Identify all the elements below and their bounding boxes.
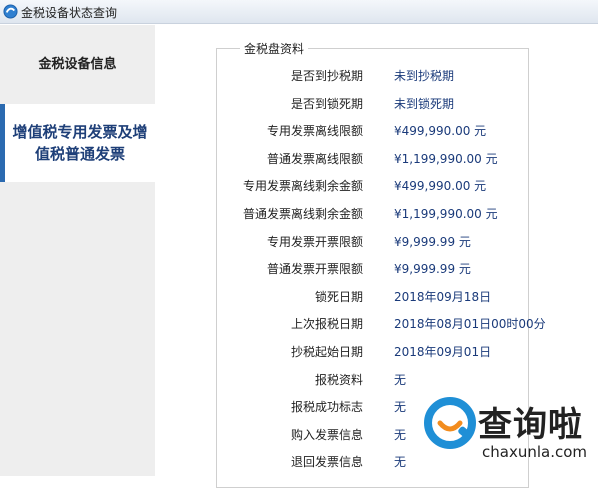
- info-row: 专用发票开票限额 ¥9,999.99 元: [216, 233, 546, 253]
- watermark-url: chaxunla.com: [482, 443, 587, 461]
- info-label: 专用发票开票限额: [266, 235, 363, 249]
- info-value: ¥9,999.99 元: [394, 235, 471, 249]
- info-label: 普通发票离线限额: [266, 152, 363, 166]
- info-row: 普通发票离线剩余金额 ¥1,199,990.00 元: [216, 205, 546, 225]
- info-value: 无: [394, 400, 407, 414]
- info-label: 上次报税日期: [290, 317, 363, 331]
- info-label: 报税资料: [314, 373, 363, 387]
- info-label: 普通发票开票限额: [266, 262, 363, 276]
- info-row: 报税资料 无: [216, 371, 546, 391]
- info-row: 普通发票开票限额 ¥9,999.99 元: [216, 260, 546, 280]
- info-value: ¥9,999.99 元: [394, 262, 471, 276]
- info-label: 专用发票离线剩余金额: [242, 179, 363, 193]
- info-value: 2018年08月01日00时00分: [394, 317, 546, 331]
- info-label: 普通发票离线剩余金额: [242, 207, 363, 221]
- sidebar-item-tax-device-info[interactable]: 金税设备信息: [0, 25, 155, 104]
- info-row: 锁死日期 2018年09月18日: [216, 288, 546, 308]
- info-label: 退回发票信息: [290, 455, 363, 469]
- info-value: 无: [394, 373, 407, 387]
- info-value: 未到抄税期: [394, 69, 455, 83]
- info-row: 专用发票离线剩余金额 ¥499,990.00 元: [216, 177, 546, 197]
- info-value: 未到锁死期: [394, 97, 455, 111]
- info-row: 是否到抄税期 未到抄税期: [216, 67, 546, 87]
- info-label: 锁死日期: [314, 290, 363, 304]
- group-legend: 金税盘资料: [240, 40, 309, 57]
- info-row: 抄税起始日期 2018年09月01日: [216, 343, 546, 363]
- info-label: 购入发票信息: [290, 428, 363, 442]
- info-value: 无: [394, 428, 407, 442]
- info-label: 专用发票离线限额: [266, 124, 363, 138]
- chaxunla-logo-icon: [424, 397, 476, 449]
- window-title: 金税设备状态查询: [21, 6, 118, 20]
- info-label: 抄税起始日期: [290, 345, 363, 359]
- info-value: 2018年09月01日: [394, 345, 492, 359]
- info-value: 2018年09月18日: [394, 290, 492, 304]
- title-bar: 金税设备状态查询: [0, 0, 598, 24]
- sidebar-item-vat-invoices[interactable]: 增值税专用发票及增值税普通发票: [0, 104, 155, 182]
- info-value: ¥1,199,990.00 元: [394, 152, 498, 166]
- info-value: ¥499,990.00 元: [394, 124, 487, 138]
- info-value: 无: [394, 455, 407, 469]
- info-row: 是否到锁死期 未到锁死期: [216, 95, 546, 115]
- sidebar: 金税设备信息 增值税专用发票及增值税普通发票: [0, 25, 155, 476]
- info-value: ¥499,990.00 元: [394, 179, 487, 193]
- info-label: 是否到锁死期: [290, 97, 363, 111]
- info-row: 上次报税日期 2018年08月01日00时00分: [216, 315, 546, 335]
- watermark-text: 查询啦: [478, 405, 583, 445]
- info-value: ¥1,199,990.00 元: [394, 207, 498, 221]
- info-label: 报税成功标志: [290, 400, 363, 414]
- watermark: 查询啦 chaxunla.com: [420, 393, 598, 476]
- info-row: 普通发票离线限额 ¥1,199,990.00 元: [216, 150, 546, 170]
- info-row: 专用发票离线限额 ¥499,990.00 元: [216, 122, 546, 142]
- info-label: 是否到抄税期: [290, 69, 363, 83]
- app-icon: [3, 4, 18, 19]
